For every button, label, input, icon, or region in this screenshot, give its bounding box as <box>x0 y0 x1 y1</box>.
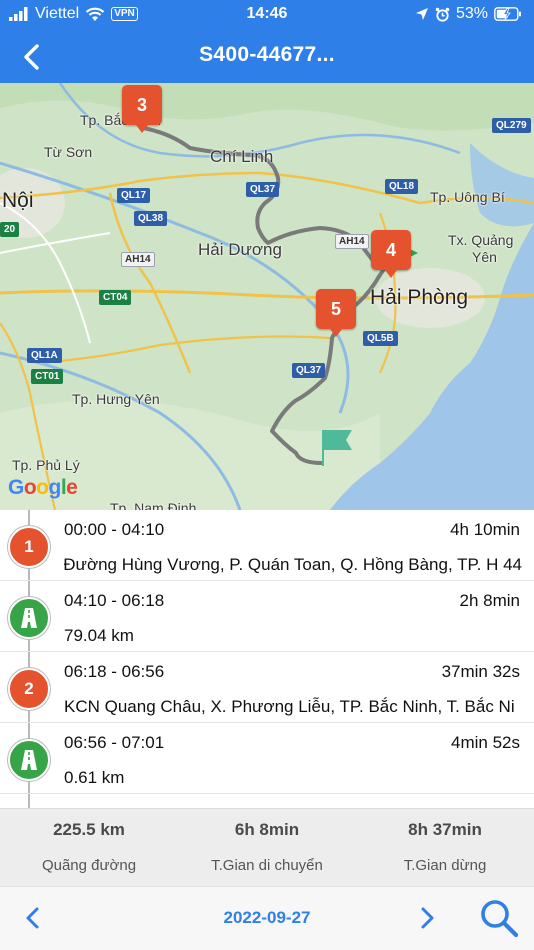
road-ql279: QL279 <box>492 118 531 133</box>
distance-value: 225.5 km <box>53 820 125 839</box>
timeline-duration: 4h 10min <box>450 520 520 539</box>
timeline-item-drive-2[interactable]: 06:56 - 07:01 4min 52s 0.61 km <box>0 723 534 794</box>
location-arrow-icon <box>415 8 428 20</box>
road-icon <box>8 597 50 639</box>
timeline-duration: 37min 32s <box>441 662 520 681</box>
next-day-button[interactable] <box>414 905 440 931</box>
road-ql37-north: QL37 <box>246 182 280 197</box>
battery-percent: 53% <box>455 5 488 22</box>
road-ql5b: QL5B <box>363 331 398 346</box>
timeline-time: 00:00 - 04:10 <box>64 520 165 539</box>
alarm-icon <box>435 7 450 22</box>
stop-number-icon: 1 <box>8 526 50 568</box>
summary-stop-time: 8h 37min T.Gian dừng <box>356 809 534 887</box>
timeline-item-drive-1[interactable]: 04:10 - 06:18 2h 8min 79.04 km <box>0 581 534 652</box>
summary-moving-time: 6h 8min T.Gian di chuyển <box>178 809 356 887</box>
moving-time-label: T.Gian di chuyển <box>211 857 323 874</box>
stop-time-value: 8h 37min <box>408 820 482 839</box>
timeline-item-stop-2[interactable]: 2 06:18 - 06:56 37min 32s KCN Quang Châu… <box>0 652 534 723</box>
app-header: Viettel VPN 14:46 53% S400-44677... <box>0 0 534 83</box>
trip-summary: 225.5 km Quãng đường 6h 8min T.Gian di c… <box>0 808 534 886</box>
road-ah14-west: AH14 <box>121 252 155 267</box>
timeline-time: 06:18 - 06:56 <box>64 662 165 681</box>
road-ql18: QL18 <box>385 179 419 194</box>
timeline-distance: 0.61 km <box>64 768 125 787</box>
place-quang-yen-1: Tx. Quảng <box>448 232 514 248</box>
place-phu-ly: Tp. Phủ Lý <box>12 457 80 473</box>
timeline-address: KCN Quang Châu, X. Phương Liễu, TP. Bắc … <box>64 697 515 716</box>
status-right: 53% <box>415 5 522 23</box>
place-chi-linh: Chí Linh <box>210 147 274 166</box>
selected-date[interactable]: 2022-09-27 <box>0 908 534 928</box>
timeline-duration: 2h 8min <box>459 591 520 610</box>
timeline-distance: 79.04 km <box>64 626 134 645</box>
place-ha-noi: Nội <box>2 189 34 212</box>
road-ah14-east: AH14 <box>335 234 369 249</box>
timeline-time: 06:56 - 07:01 <box>64 733 165 752</box>
road-icon <box>8 739 50 781</box>
stop-number-icon: 2 <box>8 668 50 710</box>
google-logo: Google <box>8 476 78 499</box>
map-view[interactable]: Tp. Bắc Ninh Từ Sơn Chí Linh Nội Hải Dươ… <box>0 83 534 510</box>
moving-time-value: 6h 8min <box>234 820 300 839</box>
place-uong-bi: Tp. Uông Bí <box>430 189 505 205</box>
place-hung-yen: Tp. Hưng Yên <box>72 391 160 407</box>
timeline-duration: 4min 52s <box>451 733 520 752</box>
place-tu-son: Từ Sơn <box>44 144 93 160</box>
place-hai-phong: Hải Phòng <box>370 286 469 309</box>
battery-charging-icon <box>494 7 521 21</box>
search-icon[interactable] <box>478 897 520 939</box>
road-ct04: CT04 <box>99 290 132 305</box>
place-nam-dinh: Tp. Nam Định <box>110 500 197 510</box>
place-quang-yen-2: Yên <box>472 249 497 265</box>
place-hai-duong: Hải Dương <box>198 240 282 259</box>
page-title: S400-44677... <box>199 43 335 66</box>
map-marker-4[interactable]: 4 <box>371 230 411 278</box>
timeline-time: 04:10 - 06:18 <box>64 591 165 610</box>
road-ql38: QL38 <box>134 211 168 226</box>
map-marker-5[interactable]: 5 <box>316 289 356 337</box>
date-navigation-bar: 2022-09-27 <box>0 886 534 950</box>
timeline-item-stop-1[interactable]: 1 00:00 - 04:10 4h 10min 44 Đường Hùng V… <box>0 510 534 581</box>
road-20: 20 <box>0 222 20 237</box>
road-ql17: QL17 <box>117 188 151 203</box>
distance-label: Quãng đường <box>41 857 137 874</box>
timeline-item-partial[interactable] <box>0 794 534 808</box>
stop-time-label: T.Gian dừng <box>403 857 487 874</box>
map-marker-3[interactable]: 3 <box>122 85 162 133</box>
road-ct01: CT01 <box>31 369 64 384</box>
nav-row: S400-44677... <box>0 36 534 76</box>
trip-timeline[interactable]: 1 00:00 - 04:10 4h 10min 44 Đường Hùng V… <box>0 510 534 808</box>
timeline-address: 44 Đường Hùng Vương, P. Quán Toan, Q. Hồ… <box>64 555 522 574</box>
road-ql1a: QL1A <box>27 348 62 363</box>
road-ql37-south: QL37 <box>292 363 326 378</box>
status-bar: Viettel VPN 14:46 53% <box>0 0 534 30</box>
end-flag-pole <box>322 430 324 466</box>
summary-distance: 225.5 km Quãng đường <box>0 809 178 887</box>
